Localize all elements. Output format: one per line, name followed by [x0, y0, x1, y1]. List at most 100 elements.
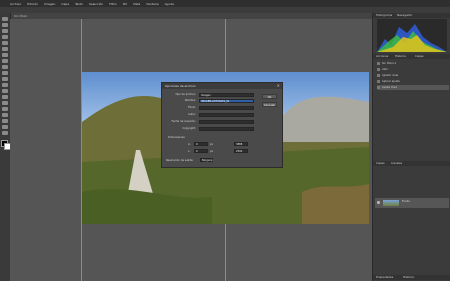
- height-field[interactable]: 0: [194, 149, 208, 153]
- bottom-panel-tabs: Propiedades Historia: [373, 275, 450, 280]
- shape-tool-icon[interactable]: [2, 119, 8, 123]
- history-step-icon: [377, 86, 380, 89]
- menu-edit[interactable]: Edición: [27, 2, 38, 6]
- mid-panel-tabs: Acciones Historia Capas: [373, 54, 450, 59]
- field-label: Fecha de creación:: [171, 120, 196, 123]
- marquee-tool-icon[interactable]: [2, 23, 8, 27]
- history-item-label: Aplicar ajuste: [382, 80, 400, 83]
- dimensions-label: Dimensiones: [168, 136, 185, 139]
- dialog-title: Opciones de archivo: [162, 83, 282, 89]
- menu-3d[interactable]: 3D: [123, 2, 127, 6]
- resolution-select[interactable]: Ninguna: [200, 158, 213, 162]
- title-field[interactable]: [199, 106, 254, 110]
- pen-tool-icon[interactable]: [2, 101, 8, 105]
- field-row: Copyright:: [166, 127, 254, 131]
- dodge-tool-icon[interactable]: [2, 95, 8, 99]
- dim-unit: px: [210, 150, 214, 153]
- zoom-tool-icon[interactable]: [2, 131, 8, 135]
- menu-help[interactable]: Ayuda: [165, 2, 174, 6]
- menu-select[interactable]: Selección: [89, 2, 103, 6]
- height-value-field[interactable]: 2592: [234, 149, 248, 153]
- menu-image[interactable]: Imagen: [44, 2, 55, 6]
- file-type-field[interactable]: Imagen: [199, 93, 254, 97]
- field-label: Nombre:: [184, 99, 196, 102]
- name-field[interactable]: IMAGEN-ASTURIAS_01: [199, 99, 254, 103]
- snapshot-icon: [377, 62, 380, 65]
- creation-date-field[interactable]: [199, 120, 254, 124]
- tab-navigator[interactable]: Navegador: [397, 13, 412, 18]
- menu-view[interactable]: Vista: [133, 2, 140, 6]
- author-field[interactable]: [199, 113, 254, 117]
- field-label: Autor:: [188, 113, 196, 116]
- tab-history[interactable]: Historia: [395, 54, 406, 59]
- field-row: Nombre: IMAGEN-ASTURIAS_01: [166, 99, 254, 103]
- history-item-active[interactable]: Ajuste claro: [377, 85, 449, 90]
- history-step-icon: [377, 68, 380, 71]
- layer-row[interactable]: Fondo: [375, 198, 449, 208]
- menu-filter[interactable]: Filtro: [109, 2, 116, 6]
- history-item[interactable]: Sin título-1: [377, 61, 449, 66]
- history-item[interactable]: Ajustar nivel: [377, 73, 449, 78]
- menu-window[interactable]: Ventana: [146, 2, 158, 6]
- layer-thumbnail: [383, 200, 399, 206]
- tab-layers-mid[interactable]: Capas: [415, 54, 424, 59]
- field-row: Tipo de archivo: Imagen: [166, 93, 254, 97]
- clone-stamp-tool-icon[interactable]: [2, 65, 8, 69]
- magic-wand-tool-icon[interactable]: [2, 35, 8, 39]
- history-item-label: Ajuste claro: [382, 86, 398, 89]
- move-tool-icon[interactable]: [2, 17, 8, 21]
- menu-bar: Archivo Edición Imagen Capa Texto Selecc…: [0, 0, 450, 7]
- menu-type[interactable]: Texto: [75, 2, 83, 6]
- tab-histogram[interactable]: Histograma: [376, 13, 392, 18]
- healing-brush-tool-icon[interactable]: [2, 53, 8, 57]
- tab-channels[interactable]: Canales: [391, 161, 402, 166]
- history-brush-tool-icon[interactable]: [2, 71, 8, 75]
- history-item[interactable]: Abrir: [377, 67, 449, 72]
- tab-properties[interactable]: Propiedades: [376, 275, 393, 280]
- field-row: Fecha de creación:: [166, 120, 254, 124]
- eraser-tool-icon[interactable]: [2, 77, 8, 81]
- width-value-field[interactable]: 3888: [234, 142, 248, 146]
- dim-label: A:: [188, 143, 191, 146]
- hand-tool-icon[interactable]: [2, 125, 8, 129]
- close-icon[interactable]: ×: [277, 83, 280, 88]
- menu-file[interactable]: Archivo: [10, 2, 21, 6]
- right-panels: Histograma Navegador Acciones Historia C…: [372, 13, 450, 281]
- resolution-label: Resolución de salida:: [166, 159, 194, 162]
- tab-actions[interactable]: Acciones: [376, 54, 388, 59]
- dim-label: L:: [188, 150, 191, 153]
- menu-layer[interactable]: Capa: [61, 2, 69, 6]
- lasso-tool-icon[interactable]: [2, 29, 8, 33]
- crop-tool-icon[interactable]: [2, 41, 8, 45]
- field-row: Autor:: [166, 113, 254, 117]
- width-field[interactable]: 0: [194, 142, 208, 146]
- top-panel-tabs: Histograma Navegador: [373, 13, 450, 18]
- field-label: Copyright:: [182, 127, 196, 130]
- history-step-icon: [377, 80, 380, 83]
- gradient-tool-icon[interactable]: [2, 83, 8, 87]
- cancel-button[interactable]: Cancelar: [262, 102, 277, 107]
- tab-layers[interactable]: Capas: [376, 161, 385, 166]
- history-step-icon: [377, 74, 380, 77]
- blur-tool-icon[interactable]: [2, 89, 8, 93]
- dim-unit: px: [210, 143, 214, 146]
- eyedropper-tool-icon[interactable]: [2, 47, 8, 51]
- history-item-label: Abrir: [382, 68, 389, 71]
- field-label: Tipo de archivo:: [175, 93, 196, 96]
- field-label: Título:: [187, 106, 196, 109]
- layers-panel-tabs: Capas Canales: [373, 161, 450, 166]
- copyright-field[interactable]: [199, 127, 254, 131]
- file-info-dialog: Opciones de archivo × Tipo de archivo: I…: [161, 82, 283, 168]
- path-selection-tool-icon[interactable]: [2, 113, 8, 117]
- type-tool-icon[interactable]: [2, 107, 8, 111]
- eye-icon[interactable]: [377, 201, 380, 204]
- history-item[interactable]: Aplicar ajuste: [377, 79, 449, 84]
- ok-button[interactable]: OK: [262, 94, 277, 99]
- document-tab-label: Sin título: [14, 14, 28, 18]
- histogram-graph: [377, 19, 447, 52]
- brush-tool-icon[interactable]: [2, 59, 8, 63]
- history-item-label: Ajustar nivel: [382, 74, 399, 77]
- field-row: Título:: [166, 106, 254, 110]
- layer-name: Fondo: [402, 200, 410, 203]
- tab-history-bottom[interactable]: Historia: [403, 275, 414, 280]
